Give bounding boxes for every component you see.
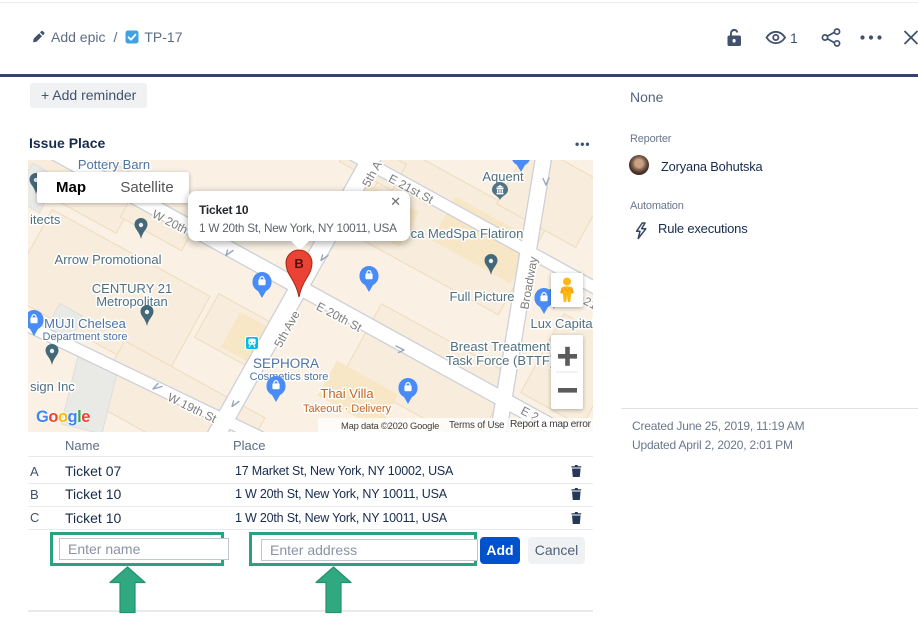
svg-text:Full Picture: Full Picture <box>449 289 514 304</box>
svg-text:Thai Villa: Thai Villa <box>320 386 374 401</box>
svg-text:Task Force (BTTF): Task Force (BTTF) <box>446 353 554 368</box>
svg-text:B: B <box>294 256 303 271</box>
svg-text:Cosmetics store: Cosmetics store <box>250 371 329 383</box>
svg-text:Metropolitan: Metropolitan <box>96 294 168 309</box>
svg-text:MUJI Chelsea: MUJI Chelsea <box>44 316 126 331</box>
svg-text:itects: itects <box>30 212 61 227</box>
svg-text:sign Inc: sign Inc <box>30 379 75 394</box>
svg-text:Pottery Barn: Pottery Barn <box>78 160 150 172</box>
svg-text:ca MedSpa Flatiron: ca MedSpa Flatiron <box>411 226 524 241</box>
svg-text:1: 1 <box>790 30 798 46</box>
svg-text:Lux Capital: Lux Capital <box>530 316 593 331</box>
svg-text:SEPHORA: SEPHORA <box>253 356 319 371</box>
svg-text:Department store: Department store <box>43 331 128 343</box>
svg-text:Arrow Promotional: Arrow Promotional <box>55 252 162 267</box>
svg-text:Breast Treatment: Breast Treatment <box>450 339 550 354</box>
svg-text:Aquent: Aquent <box>482 169 524 184</box>
svg-text:Takeout · Delivery: Takeout · Delivery <box>303 403 392 415</box>
